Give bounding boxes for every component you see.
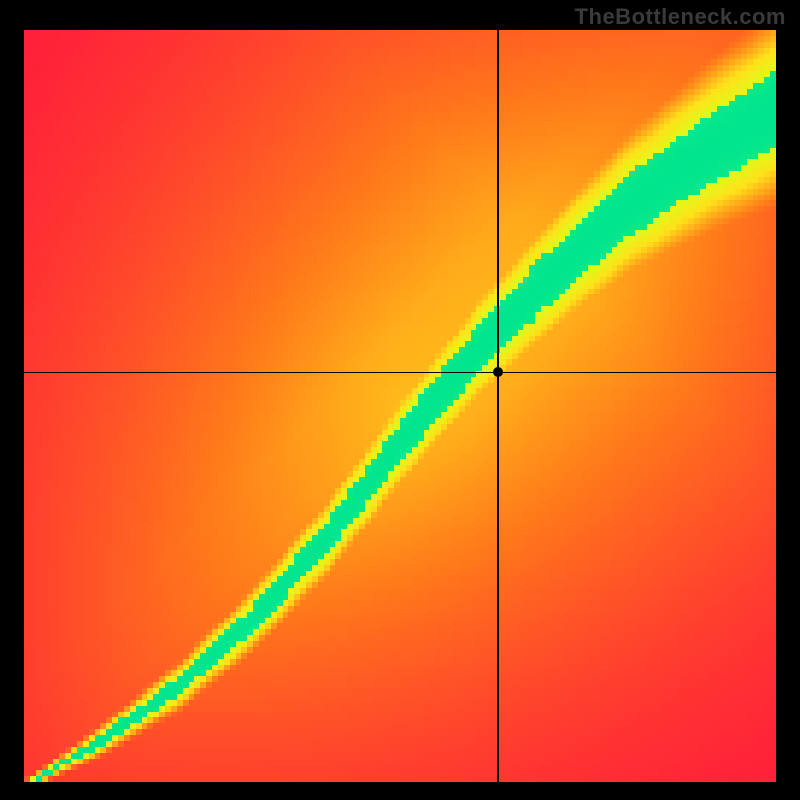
heatmap-canvas bbox=[24, 30, 776, 782]
watermark-text: TheBottleneck.com bbox=[575, 4, 786, 30]
heatmap-plot bbox=[24, 30, 776, 782]
chart-container: TheBottleneck.com bbox=[0, 0, 800, 800]
